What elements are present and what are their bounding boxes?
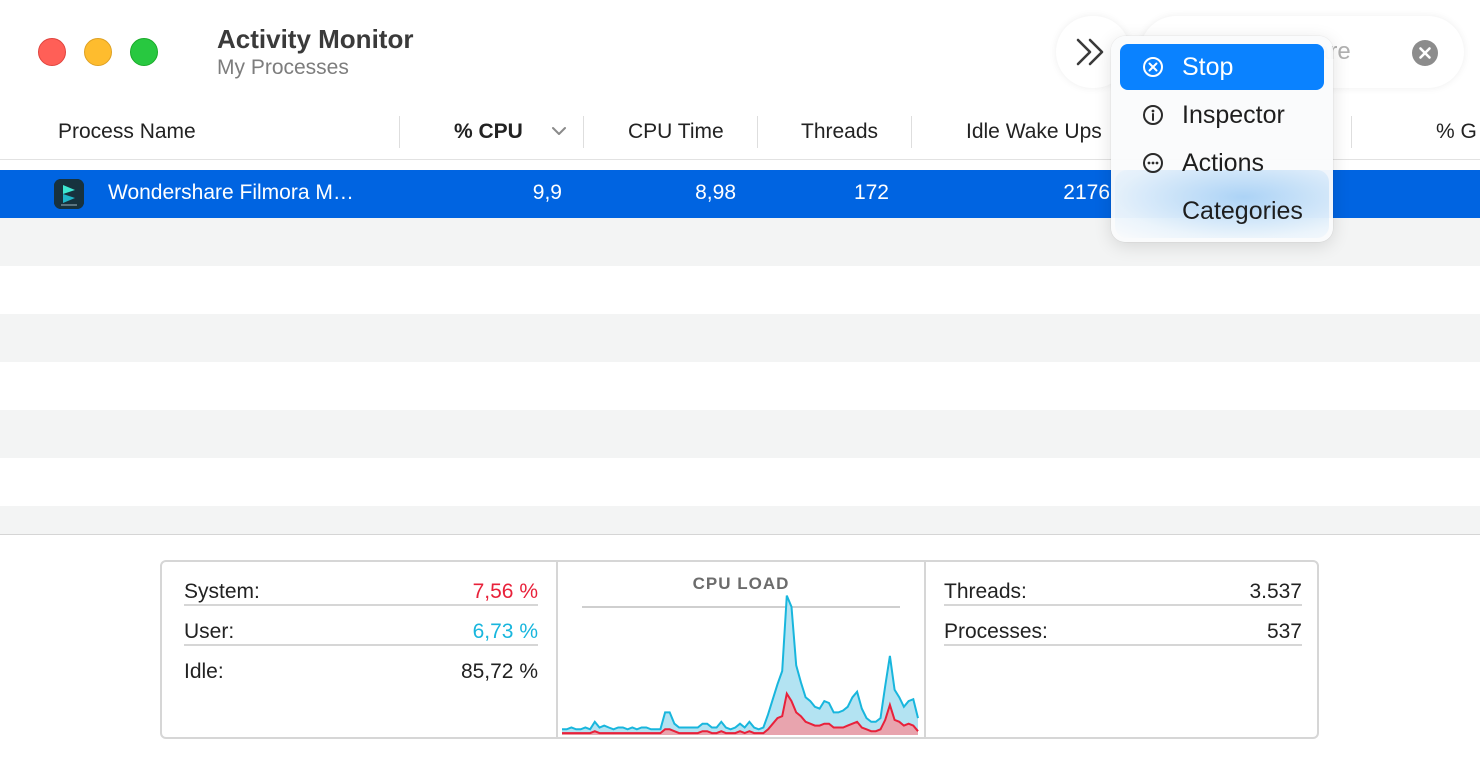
idle-value: 85,72 % [460, 660, 538, 683]
threads-cell: 172 [853, 181, 889, 204]
user-stat: User: 6,73 % [184, 606, 538, 646]
user-load-line [562, 595, 919, 731]
threads-stat: Threads: 3.537 [944, 566, 1302, 606]
column-divider[interactable] [757, 116, 758, 148]
threads-label: Threads: [944, 580, 1027, 603]
column-header-idle-wake-ups[interactable]: Idle Wake Ups [966, 120, 1102, 144]
processes-stat: Processes: 537 [944, 606, 1302, 646]
empty-row [0, 266, 1480, 314]
cpu-cell: 9,9 [532, 181, 562, 204]
info-icon [1143, 105, 1163, 125]
column-divider[interactable] [911, 116, 912, 148]
empty-row [0, 410, 1480, 458]
column-divider[interactable] [399, 116, 400, 148]
user-value: 6,73 % [472, 620, 538, 643]
menu-item-categories[interactable]: Categories [1120, 188, 1324, 234]
processes-label: Processes: [944, 620, 1048, 643]
cpu-load-chart: CPU LOAD [558, 562, 924, 737]
empty-row [0, 506, 1480, 534]
column-header-threads[interactable]: Threads [801, 120, 878, 144]
sort-descending-icon [552, 127, 566, 135]
empty-row [0, 458, 1480, 506]
divider [944, 644, 1302, 646]
menu-item-label: Stop [1182, 53, 1234, 81]
idle-wake-ups-cell: 2176 [1063, 181, 1110, 204]
stop-icon [1143, 57, 1163, 77]
column-divider[interactable] [1351, 116, 1352, 148]
process-name-cell: Wondershare Filmora M… [108, 181, 354, 204]
cpu-time-cell: 8,98 [695, 181, 736, 204]
ellipsis-icon [1143, 153, 1163, 173]
close-window-button[interactable] [38, 38, 66, 66]
threads-value: 3.537 [1249, 580, 1302, 603]
cpu-load-graph [562, 595, 919, 735]
cpu-stats-panel: System: 7,56 % User: 6,73 % Idle: 85,72 … [160, 560, 1319, 739]
column-divider[interactable] [583, 116, 584, 148]
menu-item-label: Inspector [1182, 101, 1285, 129]
column-header-cpu-time[interactable]: CPU Time [628, 120, 724, 144]
filmora-app-icon [54, 179, 84, 209]
clear-search-icon[interactable] [1412, 40, 1438, 66]
system-label: System: [184, 580, 260, 603]
system-value: 7,56 % [472, 580, 538, 603]
panel-divider [924, 562, 926, 737]
double-chevron-right-icon [1076, 38, 1104, 66]
column-header-gpu[interactable]: % G [1436, 120, 1477, 144]
minimize-window-button[interactable] [84, 38, 112, 66]
menu-item-label: Actions [1182, 149, 1264, 177]
zoom-window-button[interactable] [130, 38, 158, 66]
empty-row [0, 314, 1480, 362]
table-footer-divider [0, 534, 1480, 535]
menu-item-stop[interactable]: Stop [1120, 44, 1324, 90]
user-label: User: [184, 620, 235, 643]
menu-item-inspector[interactable]: Inspector [1120, 92, 1324, 138]
menu-item-actions[interactable]: Actions [1120, 140, 1324, 186]
activity-monitor-window: Activity Monitor My Processes are Proces… [0, 0, 1480, 768]
menu-item-label: Categories [1182, 197, 1303, 225]
toolbar-overflow-menu: Stop Inspector Actions Categories [1111, 36, 1333, 242]
system-stat: System: 7,56 % [184, 566, 538, 606]
app-title: Activity Monitor [217, 24, 414, 54]
idle-stat: Idle: 85,72 % [184, 646, 538, 686]
column-header-process-name[interactable]: Process Name [58, 120, 196, 144]
view-subtitle: My Processes [217, 56, 349, 79]
column-header-cpu[interactable]: % CPU [454, 120, 523, 144]
processes-value: 537 [1266, 620, 1302, 643]
idle-label: Idle: [184, 660, 224, 683]
empty-row [0, 362, 1480, 410]
